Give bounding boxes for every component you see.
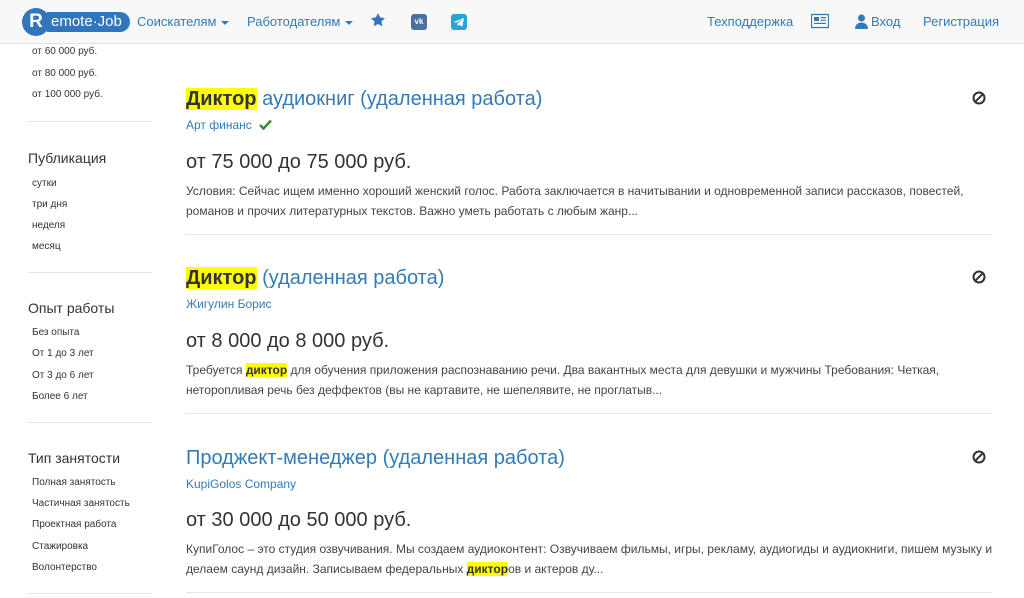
employment-option[interactable]: Волонтерство bbox=[32, 562, 97, 573]
search-highlight: диктор bbox=[245, 363, 288, 377]
job-listing: Проджект-менеджер (удаленная работа) Kup… bbox=[186, 447, 992, 582]
chevron-down-icon bbox=[221, 20, 230, 25]
newspaper-icon[interactable] bbox=[810, 13, 830, 31]
experience-option[interactable]: Без опыта bbox=[32, 327, 79, 338]
description-text: ов и актеров ду... bbox=[508, 562, 604, 576]
divider bbox=[28, 593, 152, 594]
site-logo[interactable]: R emote·Job bbox=[22, 8, 130, 36]
company-link[interactable]: Арт финанс bbox=[186, 118, 273, 133]
divider bbox=[186, 234, 992, 235]
employment-option[interactable]: Стажировка bbox=[32, 541, 88, 552]
support-link[interactable]: Техподдержка bbox=[707, 0, 793, 44]
publication-option[interactable]: сутки bbox=[32, 178, 57, 189]
publication-heading: Публикация bbox=[28, 150, 107, 166]
job-seekers-label: Соискателям bbox=[137, 14, 217, 29]
logo-text: emote·Job bbox=[47, 12, 130, 32]
employers-label: Работодателям bbox=[247, 14, 341, 29]
top-navbar: R emote·Job Соискателям Работодателям vk… bbox=[0, 0, 1024, 44]
employment-heading: Тип занятости bbox=[28, 450, 121, 466]
star-icon[interactable] bbox=[370, 12, 388, 30]
ban-icon[interactable] bbox=[972, 91, 986, 105]
job-description: Условия: Сейчас ищем именно хороший женс… bbox=[186, 181, 992, 221]
telegram-icon[interactable] bbox=[451, 14, 467, 30]
experience-option[interactable]: От 1 до 3 лет bbox=[32, 348, 94, 359]
company-link[interactable]: Жигулин Борис bbox=[186, 297, 272, 311]
job-title-link[interactable]: Проджект-менеджер (удаленная работа) bbox=[186, 447, 565, 470]
employment-option[interactable]: Полная занятость bbox=[32, 477, 116, 488]
description-text: делаем саунд дизайн. Записываем федераль… bbox=[186, 562, 467, 576]
job-listing: Диктор (удаленная работа) Жигулин Борис … bbox=[186, 267, 992, 402]
divider bbox=[186, 413, 992, 414]
salary: от 8 000 до 8 000 руб. bbox=[186, 330, 390, 352]
job-title-text: (удаленная работа) bbox=[256, 267, 445, 289]
salary-filter-option[interactable]: от 100 000 руб. bbox=[32, 89, 103, 100]
company-name: Арт финанс bbox=[186, 118, 252, 132]
salary: от 75 000 до 75 000 руб. bbox=[186, 151, 412, 173]
description-line: КупиГолос – это студия озвучивания. Мы с… bbox=[186, 542, 993, 556]
ban-icon[interactable] bbox=[972, 270, 986, 284]
job-description: КупиГолос – это студия озвучивания. Мы с… bbox=[186, 539, 992, 579]
check-icon bbox=[259, 119, 273, 133]
employment-option[interactable]: Частичная занятость bbox=[32, 498, 130, 509]
job-seekers-dropdown[interactable]: Соискателям bbox=[137, 0, 230, 44]
divider bbox=[186, 592, 992, 593]
employment-option[interactable]: Проектная работа bbox=[32, 519, 116, 530]
publication-option[interactable]: месяц bbox=[32, 241, 61, 252]
user-icon bbox=[855, 14, 869, 32]
job-title-text: аудиокниг (удаленная работа) bbox=[256, 88, 543, 110]
register-link[interactable]: Регистрация bbox=[923, 0, 999, 44]
experience-heading: Опыт работы bbox=[28, 300, 115, 316]
employers-dropdown[interactable]: Работодателям bbox=[247, 0, 354, 44]
description-line: Требуется диктор для обучения приложения… bbox=[186, 360, 992, 380]
description-line: Условия: Сейчас ищем именно хороший женс… bbox=[186, 184, 964, 198]
divider bbox=[28, 272, 152, 273]
chevron-down-icon bbox=[345, 20, 354, 25]
salary-filter-option[interactable]: от 60 000 руб. bbox=[32, 46, 97, 57]
logo-letter: R bbox=[22, 8, 50, 36]
salary: от 30 000 до 50 000 руб. bbox=[186, 509, 412, 531]
search-highlight: Диктор bbox=[186, 88, 257, 110]
divider bbox=[28, 121, 152, 122]
company-link[interactable]: KupiGolos Company bbox=[186, 477, 296, 491]
job-listing: Диктор аудиокниг (удаленная работа) Арт … bbox=[186, 88, 992, 223]
publication-option[interactable]: три дня bbox=[32, 199, 67, 210]
search-highlight: Диктор bbox=[186, 267, 257, 289]
job-description: Требуется диктор для обучения приложения… bbox=[186, 360, 992, 400]
ban-icon[interactable] bbox=[972, 450, 986, 464]
experience-option[interactable]: От 3 до 6 лет bbox=[32, 370, 94, 381]
job-title-link[interactable]: Диктор аудиокниг (удаленная работа) bbox=[186, 88, 542, 111]
job-title-link[interactable]: Диктор (удаленная работа) bbox=[186, 267, 444, 290]
login-link[interactable]: Вход bbox=[871, 0, 900, 44]
search-highlight: диктор bbox=[466, 562, 509, 576]
divider bbox=[28, 422, 152, 423]
description-line: делаем саунд дизайн. Записываем федераль… bbox=[186, 559, 992, 579]
salary-filter-option[interactable]: от 80 000 руб. bbox=[32, 68, 97, 79]
description-line: романов и прочих литературных текстов. В… bbox=[186, 204, 638, 218]
description-text: Требуется bbox=[186, 363, 246, 377]
description-text: для обучения приложения распознаванию ре… bbox=[287, 363, 940, 377]
description-line: неторопливая речь без деффектов (вы не к… bbox=[186, 383, 663, 397]
experience-option[interactable]: Более 6 лет bbox=[32, 391, 88, 402]
filters-sidebar: от 60 000 руб. от 80 000 руб. от 100 000… bbox=[0, 44, 170, 598]
publication-option[interactable]: неделя bbox=[32, 220, 65, 231]
vk-icon[interactable]: vk bbox=[411, 14, 427, 30]
